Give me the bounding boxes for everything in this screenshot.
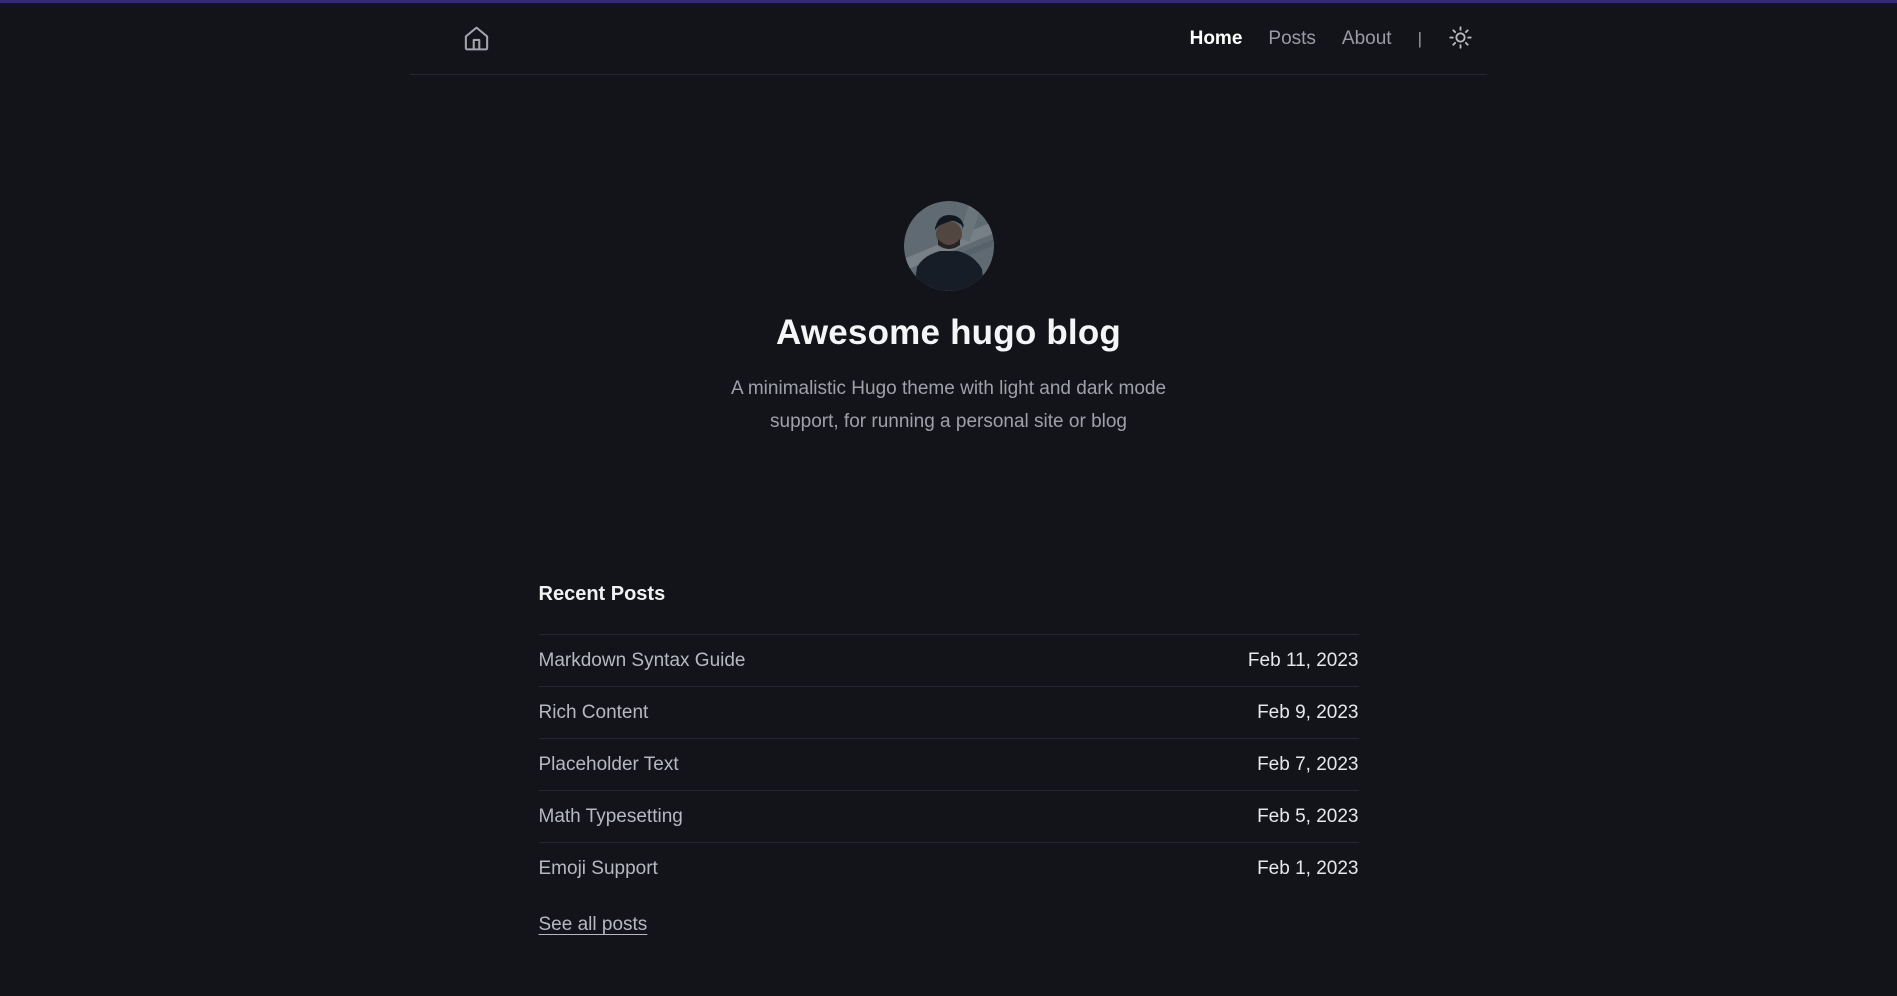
post-row: Placeholder Text Feb 7, 2023 [539, 738, 1359, 790]
main-content: Awesome hugo blog A minimalistic Hugo th… [539, 75, 1359, 936]
post-link[interactable]: Math Typesetting [539, 806, 683, 828]
home-icon [462, 24, 491, 53]
nav-separator: | [1418, 29, 1422, 49]
main-nav: Home Posts About | [1190, 25, 1473, 53]
post-date: Feb 11, 2023 [1248, 650, 1359, 672]
post-link[interactable]: Rich Content [539, 702, 649, 724]
post-row: Math Typesetting Feb 5, 2023 [539, 790, 1359, 842]
nav-link-home[interactable]: Home [1190, 28, 1243, 50]
recent-posts-section: Recent Posts Markdown Syntax Guide Feb 1… [539, 580, 1359, 936]
theme-toggle-button[interactable] [1448, 25, 1473, 53]
nav-link-about[interactable]: About [1342, 28, 1392, 50]
post-link[interactable]: Markdown Syntax Guide [539, 650, 746, 672]
post-date: Feb 7, 2023 [1257, 754, 1358, 776]
hero-section: Awesome hugo blog A minimalistic Hugo th… [539, 75, 1359, 438]
home-link[interactable] [462, 24, 491, 53]
see-all-posts-link[interactable]: See all posts [539, 914, 648, 936]
post-row: Emoji Support Feb 1, 2023 [539, 842, 1359, 894]
post-date: Feb 1, 2023 [1257, 858, 1358, 880]
post-link[interactable]: Emoji Support [539, 858, 658, 880]
post-date: Feb 5, 2023 [1257, 806, 1358, 828]
site-header: Home Posts About | [0, 3, 1897, 75]
post-row: Rich Content Feb 9, 2023 [539, 686, 1359, 738]
site-subtitle: A minimalistic Hugo theme with light and… [709, 372, 1189, 438]
post-list: Markdown Syntax Guide Feb 11, 2023 Rich … [539, 634, 1359, 894]
post-date: Feb 9, 2023 [1257, 702, 1358, 724]
post-row: Markdown Syntax Guide Feb 11, 2023 [539, 634, 1359, 686]
post-link[interactable]: Placeholder Text [539, 754, 679, 776]
nav-link-posts[interactable]: Posts [1268, 28, 1316, 50]
recent-posts-heading: Recent Posts [539, 580, 1359, 608]
sun-icon [1448, 25, 1473, 53]
profile-photo [904, 201, 994, 291]
site-title: Awesome hugo blog [539, 312, 1359, 354]
